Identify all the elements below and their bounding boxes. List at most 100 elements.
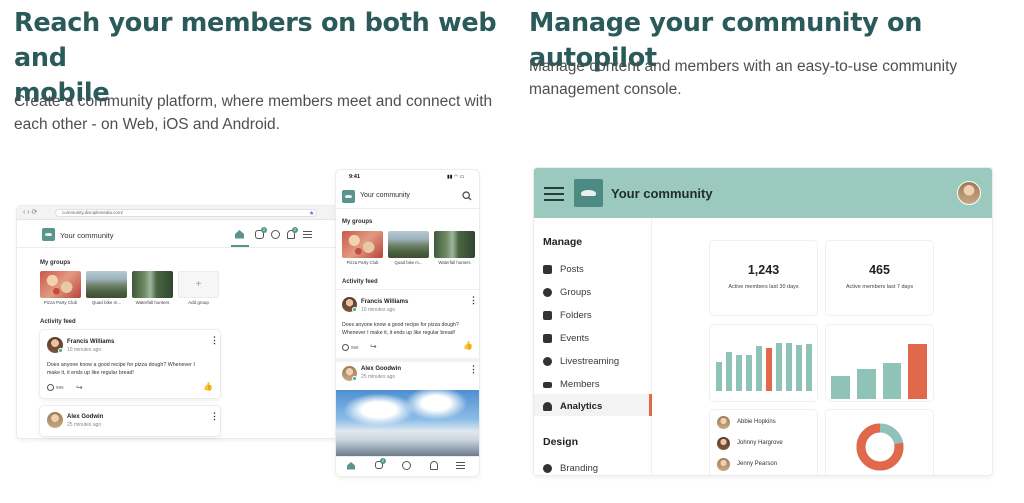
online-indicator (58, 348, 63, 353)
status-time: 9:41 (349, 174, 361, 180)
chart-bar (908, 344, 927, 399)
reactions-icon[interactable] (342, 344, 349, 351)
share-icon[interactable]: ↪ (76, 383, 83, 392)
chart-bar (716, 361, 722, 391)
post-text: Does anyone know a good recipe for pizza… (47, 362, 195, 376)
mobile-app-title[interactable]: Your community (360, 192, 410, 199)
mobile-group-label-3: Waterfall hunters (438, 260, 471, 265)
bell-icon[interactable] (430, 461, 438, 470)
avatar[interactable] (717, 437, 730, 450)
nav-branding[interactable]: Branding (543, 463, 598, 474)
member-name[interactable]: Jenny Pearson (737, 461, 777, 467)
reaction-count: 999 (56, 385, 64, 390)
status-icons: ▮▮ ◠ ▭ (447, 174, 465, 180)
mobile-feed-divider (336, 289, 479, 290)
more-options-icon[interactable]: ⋮ (210, 336, 219, 345)
user-avatar[interactable] (957, 181, 981, 205)
folder-icon (543, 311, 552, 320)
nav-folders[interactable]: Folders (543, 310, 592, 321)
console-title[interactable]: Your community (611, 186, 713, 201)
donut-chart-card (826, 410, 933, 475)
web-post-card-1[interactable]: Francis Williams 10 minutes ago ⋮ Does a… (40, 330, 220, 398)
nav-analytics[interactable]: Analytics (543, 401, 602, 412)
share-icon[interactable]: ↪ (370, 342, 377, 351)
nav-posts[interactable]: Posts (543, 264, 584, 275)
nav-groups[interactable]: Groups (543, 287, 591, 298)
member-name[interactable]: Abbie Hopkins (737, 419, 776, 425)
group-thumb-pizza[interactable] (40, 271, 81, 298)
post-author[interactable]: Francis Williams (67, 339, 114, 345)
mobile-header-divider (336, 208, 479, 209)
web-activity-feed-label: Activity feed (40, 319, 76, 325)
reactions-icon[interactable] (47, 384, 54, 391)
community-logo-icon[interactable] (342, 190, 355, 203)
play-icon (543, 357, 552, 366)
bar-chart-1 (716, 335, 812, 391)
more-options-icon[interactable]: ⋮ (469, 365, 478, 374)
web-app-title[interactable]: Your community (60, 231, 114, 240)
chart-bar (806, 343, 812, 391)
bookmark-icon[interactable]: ★ (309, 210, 314, 217)
chart-bar (882, 363, 902, 399)
menu-icon[interactable] (303, 231, 312, 238)
community-logo-icon[interactable] (574, 179, 603, 207)
group-thumb-pizza[interactable] (342, 231, 383, 258)
chart-bar (831, 375, 850, 399)
stat-label: Active members last 7 days (845, 284, 914, 290)
browser-nav-icons[interactable]: ‹ › ⟳ (23, 209, 37, 217)
chart-bar (736, 355, 742, 391)
profile-icon[interactable] (402, 461, 411, 470)
post-text: Does anyone know a good recipe for pizza… (342, 322, 459, 336)
avatar[interactable] (717, 458, 730, 471)
address-text: community.disciplemedia.com/ (62, 210, 123, 215)
group-thumb-quad[interactable] (388, 231, 429, 258)
community-logo-icon[interactable] (42, 228, 55, 241)
more-options-icon[interactable]: ⋮ (469, 296, 478, 305)
post-author[interactable]: Alex Godwin (67, 414, 103, 420)
nav-members[interactable]: Members (543, 379, 600, 390)
groups-icon (543, 288, 552, 297)
web-post-card-2[interactable]: Alex Godwin 25 minutes ago ⋮ (40, 406, 220, 436)
post-author[interactable]: Alex Goodwin (361, 366, 401, 372)
palette-icon (543, 464, 552, 473)
posts-icon (543, 265, 552, 274)
member-name[interactable]: Johnny Hargrove (737, 440, 783, 446)
post-photo-santorini[interactable] (336, 390, 479, 456)
home-icon[interactable] (234, 229, 245, 239)
mobile-my-groups-label: My groups (342, 219, 373, 225)
like-icon[interactable]: 👍 (463, 341, 473, 350)
profile-icon[interactable] (271, 230, 280, 239)
post-author[interactable]: Francis Williams (361, 299, 408, 305)
mobile-activity-feed-label: Activity feed (342, 279, 378, 285)
bar-chart-card-1 (710, 325, 817, 401)
manage-section-label: Manage (543, 236, 583, 248)
add-group-plus: + (195, 279, 202, 290)
nav-events[interactable]: Events (543, 333, 589, 344)
web-my-groups-label: My groups (40, 260, 71, 266)
hamburger-icon[interactable] (544, 187, 564, 201)
gauge-icon (543, 402, 552, 411)
group-thumb-waterfall[interactable] (434, 231, 475, 258)
stat-value: 465 (869, 263, 890, 277)
home-icon[interactable] (346, 461, 356, 470)
stat-card-30-days: 1,243 Active members last 30 days (710, 241, 817, 315)
search-icon[interactable] (462, 191, 472, 201)
avatar[interactable] (47, 412, 63, 428)
group-thumb-quad[interactable] (86, 271, 127, 298)
more-options-icon[interactable]: ⋮ (210, 412, 219, 421)
chart-bar (726, 351, 732, 391)
chart-bar (766, 348, 772, 391)
menu-icon[interactable] (456, 462, 465, 469)
nav-livestreaming[interactable]: Livestreaming (543, 356, 619, 367)
mobile-app-mockup: 9:41 ▮▮ ◠ ▭ Your community My groups Piz… (336, 170, 479, 476)
chat-badge: 2 (261, 227, 267, 233)
add-group-tile[interactable]: + (178, 271, 219, 298)
group-thumb-waterfall[interactable] (132, 271, 173, 298)
like-icon[interactable]: 👍 (203, 382, 213, 391)
post-time: 25 minutes ago (361, 374, 396, 380)
post-time: 10 minutes ago (361, 307, 396, 313)
web-group-label-4: Add group (188, 300, 209, 305)
avatar[interactable] (717, 416, 730, 429)
chart-bar (776, 342, 782, 391)
members-icon (543, 381, 552, 388)
